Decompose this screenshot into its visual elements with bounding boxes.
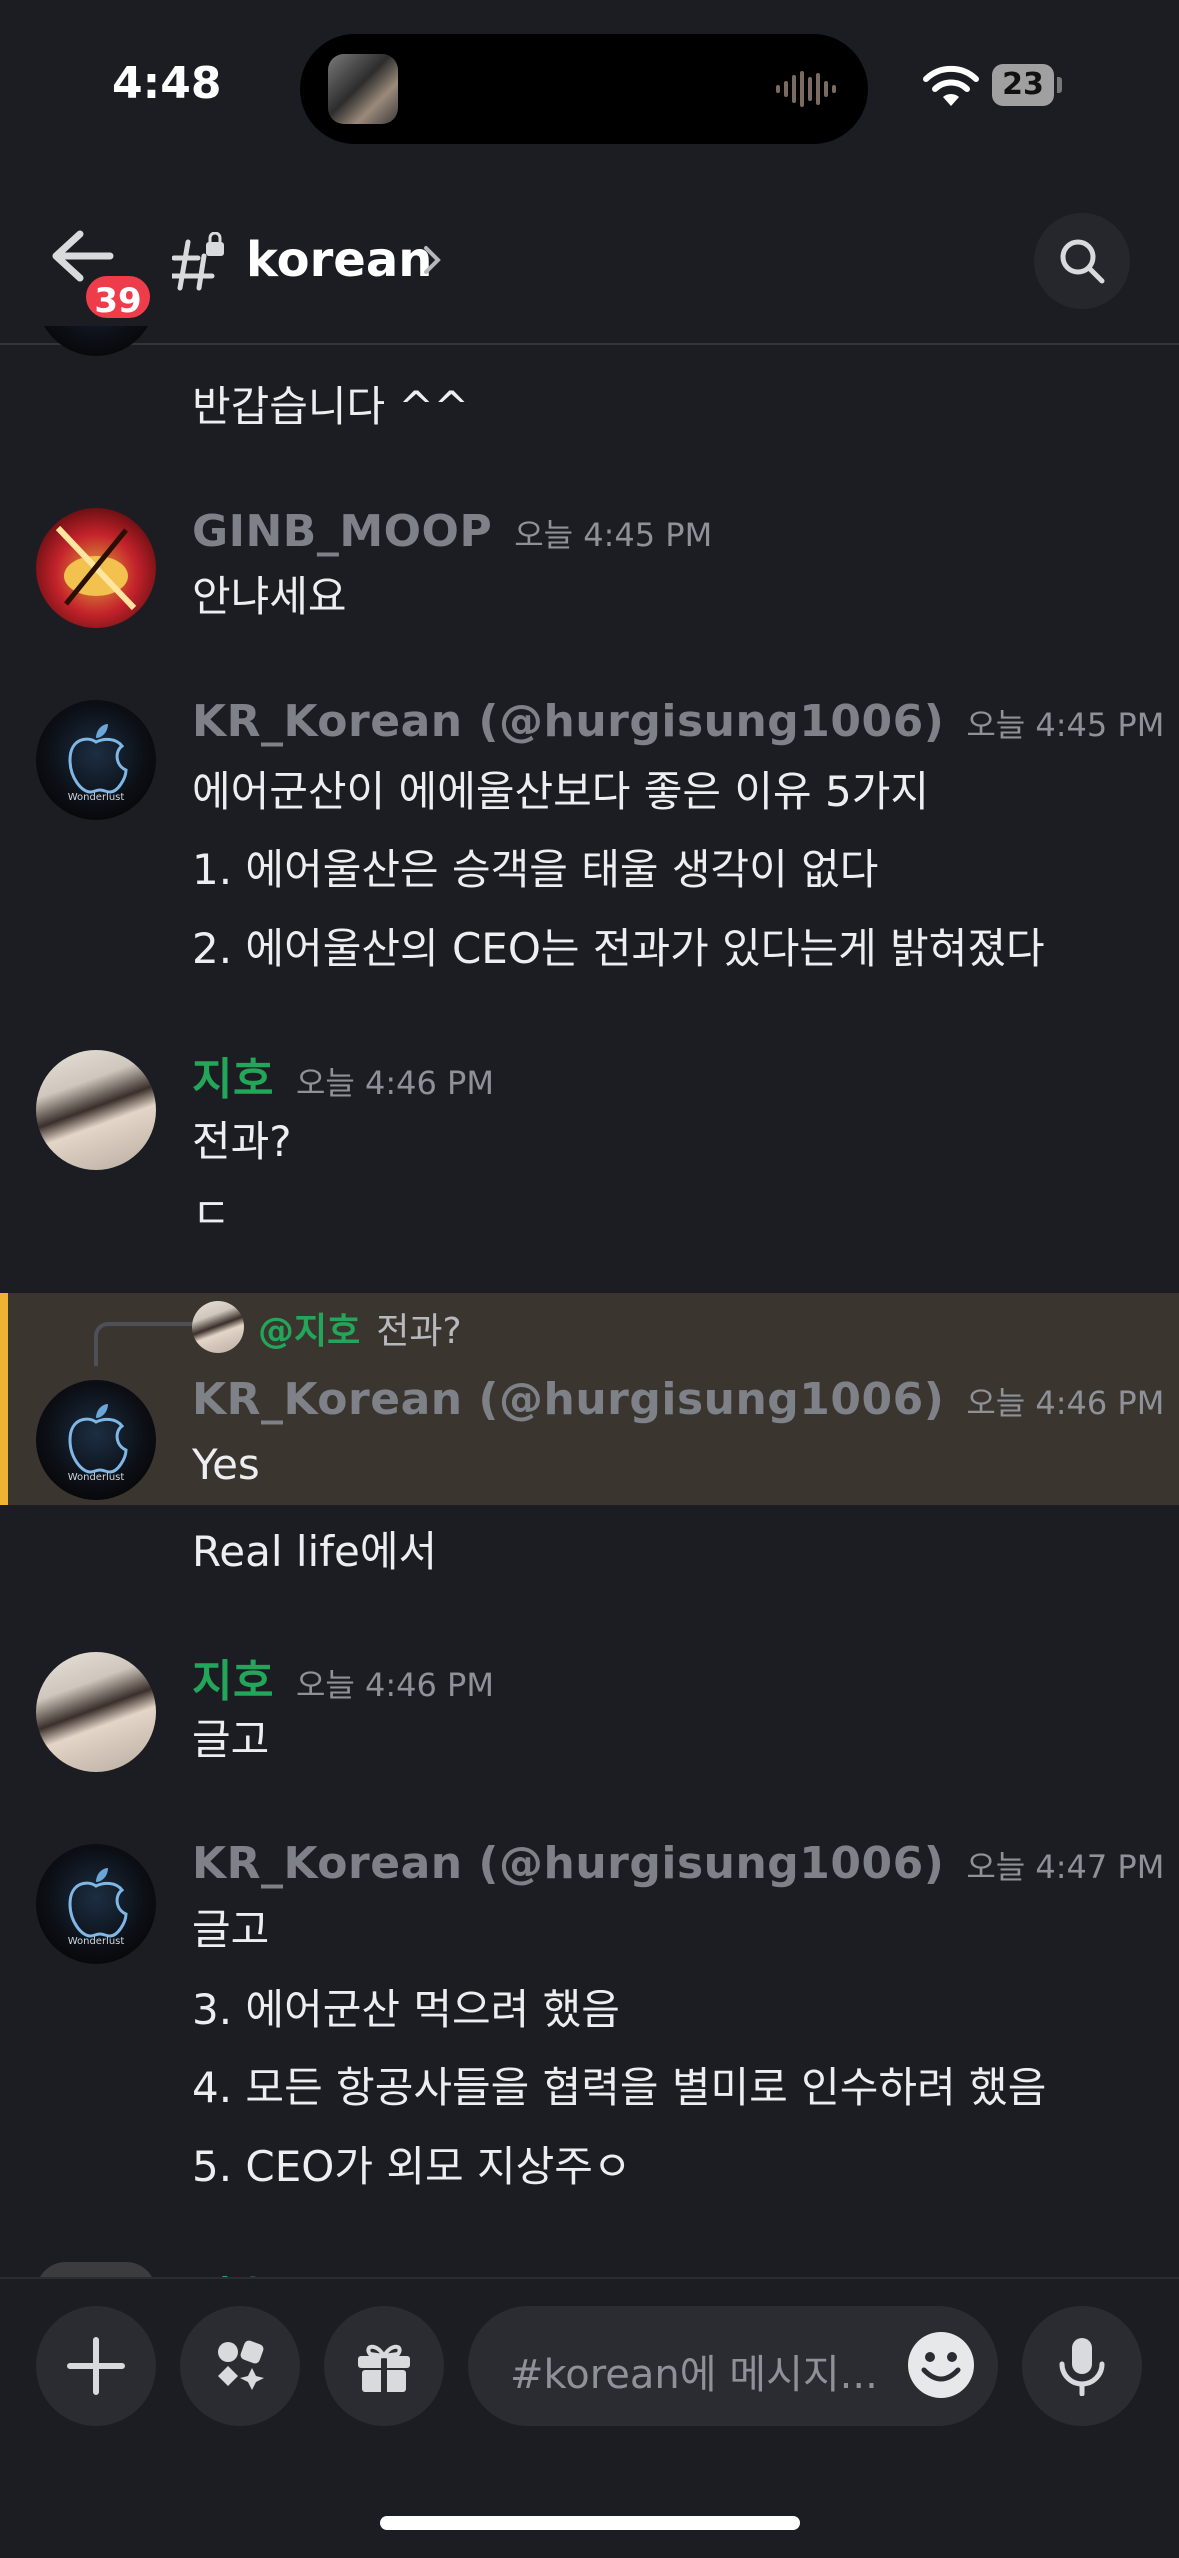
plus-icon bbox=[67, 2337, 125, 2395]
message-line: 안냐세요 bbox=[192, 572, 347, 621]
microphone-icon bbox=[1059, 2338, 1105, 2396]
reply-reference[interactable]: @지호 전과? bbox=[258, 1302, 462, 1354]
message-header: GINB_MOOP 오늘 4:45 PM bbox=[192, 506, 712, 557]
timestamp: 오늘 4:45 PM bbox=[514, 516, 713, 554]
gift-button[interactable] bbox=[324, 2306, 444, 2426]
avatar-caption: Wonderlust bbox=[67, 792, 125, 803]
author-name[interactable]: 지호 bbox=[192, 1054, 274, 1105]
apple-logo-icon bbox=[68, 724, 128, 794]
avatar-kr-korean[interactable]: Wonderlust bbox=[36, 1380, 156, 1500]
message-line: 3. 에어군산 먹으려 했음 bbox=[192, 1985, 620, 2034]
chevron-right-icon[interactable] bbox=[422, 240, 444, 280]
status-time: 4:48 bbox=[112, 58, 222, 109]
message-line: 에어군산이 에에울산보다 좋은 이유 5가지 bbox=[192, 767, 930, 816]
author-name[interactable]: KR_Korean (@hurgisung1006) bbox=[192, 1838, 944, 1889]
now-playing-thumbnail bbox=[328, 54, 398, 124]
avatar-jiho[interactable] bbox=[36, 1652, 156, 1772]
message-line: 4. 모든 항공사들을 협력을 별미로 인수하려 했음 bbox=[192, 2063, 1047, 2112]
avatar-caption: Wonderlust bbox=[67, 1472, 125, 1483]
apps-icon bbox=[218, 2340, 264, 2390]
message-header: KR_Korean (@hurgisung1006) 오늘 4:46 PM bbox=[192, 1374, 1164, 1425]
avatar-caption: Wonderlust bbox=[67, 1936, 125, 1947]
mention-highlight-bar bbox=[0, 1293, 8, 1505]
search-icon bbox=[1060, 239, 1105, 284]
unread-badge: 39 bbox=[82, 272, 154, 322]
timestamp: 오늘 4:47 PM bbox=[966, 1848, 1165, 1886]
message-header: 지호 오늘 4:46 PM bbox=[192, 1043, 494, 1107]
avatar-jiho[interactable] bbox=[36, 1050, 156, 1170]
reply-mention[interactable]: @지호 bbox=[258, 1311, 360, 1352]
message-line: 2. 에어울산의 CEO는 전과가 있다는게 밝혀졌다 bbox=[192, 924, 1045, 973]
battery-indicator: 23 bbox=[992, 64, 1064, 108]
message-line: 글고 bbox=[192, 1905, 270, 1954]
channel-name[interactable]: korean bbox=[246, 232, 432, 288]
emoji-icon[interactable] bbox=[906, 2330, 976, 2400]
author-name[interactable]: GINB_MOOP bbox=[192, 506, 492, 557]
add-attachment-button[interactable] bbox=[36, 2306, 156, 2426]
message-header: KR_Korean (@hurgisung1006) 오늘 4:45 PM bbox=[192, 696, 1164, 747]
search-button[interactable] bbox=[1034, 213, 1130, 309]
battery-level: 23 bbox=[992, 64, 1054, 106]
message-header: KR_Korean (@hurgisung1006) 오늘 4:47 PM bbox=[192, 1838, 1164, 1889]
dynamic-island[interactable] bbox=[300, 34, 868, 144]
apps-button[interactable] bbox=[180, 2306, 300, 2426]
message-line: Yes bbox=[192, 1440, 260, 1489]
message-header: 지호 오늘 4:46 PM bbox=[192, 1645, 494, 1709]
author-name[interactable]: 지호 bbox=[192, 1656, 274, 1707]
avatar-art bbox=[55, 525, 137, 611]
message-line: Real life에서 bbox=[192, 1527, 438, 1576]
message-line: 반갑습니다 ^^ bbox=[192, 382, 469, 431]
audio-wave-icon bbox=[776, 71, 836, 107]
author-name[interactable]: KR_Korean (@hurgisung1006) bbox=[192, 696, 944, 747]
avatar-kr-korean[interactable]: Wonderlust bbox=[36, 1844, 156, 1964]
reply-snippet: 전과? bbox=[376, 1311, 462, 1352]
timestamp: 오늘 4:46 PM bbox=[295, 1064, 494, 1102]
message-input[interactable]: #korean에 메시지... bbox=[468, 2306, 998, 2426]
message-line: 5. CEO가 외모 지상주ㅇ bbox=[192, 2142, 632, 2191]
timestamp: 오늘 4:46 PM bbox=[966, 1384, 1165, 1422]
message-input-placeholder: #korean에 메시지... bbox=[510, 2352, 878, 2398]
apple-logo-icon bbox=[68, 1868, 128, 1938]
home-indicator[interactable] bbox=[380, 2516, 800, 2530]
apple-logo-icon bbox=[68, 1404, 128, 1474]
message-line: 1. 에어울산은 승객을 태울 생각이 없다 bbox=[192, 845, 879, 894]
message-line: 글고 bbox=[192, 1715, 270, 1764]
wifi-icon bbox=[923, 65, 979, 106]
author-name[interactable]: KR_Korean (@hurgisung1006) bbox=[192, 1374, 944, 1425]
header-divider bbox=[0, 343, 1179, 345]
message-line: 전과? bbox=[192, 1117, 292, 1166]
avatar-ginb-moop[interactable] bbox=[36, 508, 156, 628]
reply-connector bbox=[94, 1322, 194, 1366]
battery-cap bbox=[1057, 77, 1062, 93]
gift-icon bbox=[358, 2344, 410, 2394]
avatar-kr-korean[interactable]: Wonderlust bbox=[36, 700, 156, 820]
reply-avatar bbox=[192, 1301, 244, 1353]
timestamp: 오늘 4:45 PM bbox=[966, 706, 1165, 744]
timestamp: 오늘 4:46 PM bbox=[295, 1666, 494, 1704]
locked-channel-icon bbox=[172, 232, 224, 291]
message-line: ㄷ bbox=[192, 1189, 231, 1238]
voice-message-button[interactable] bbox=[1022, 2306, 1142, 2426]
